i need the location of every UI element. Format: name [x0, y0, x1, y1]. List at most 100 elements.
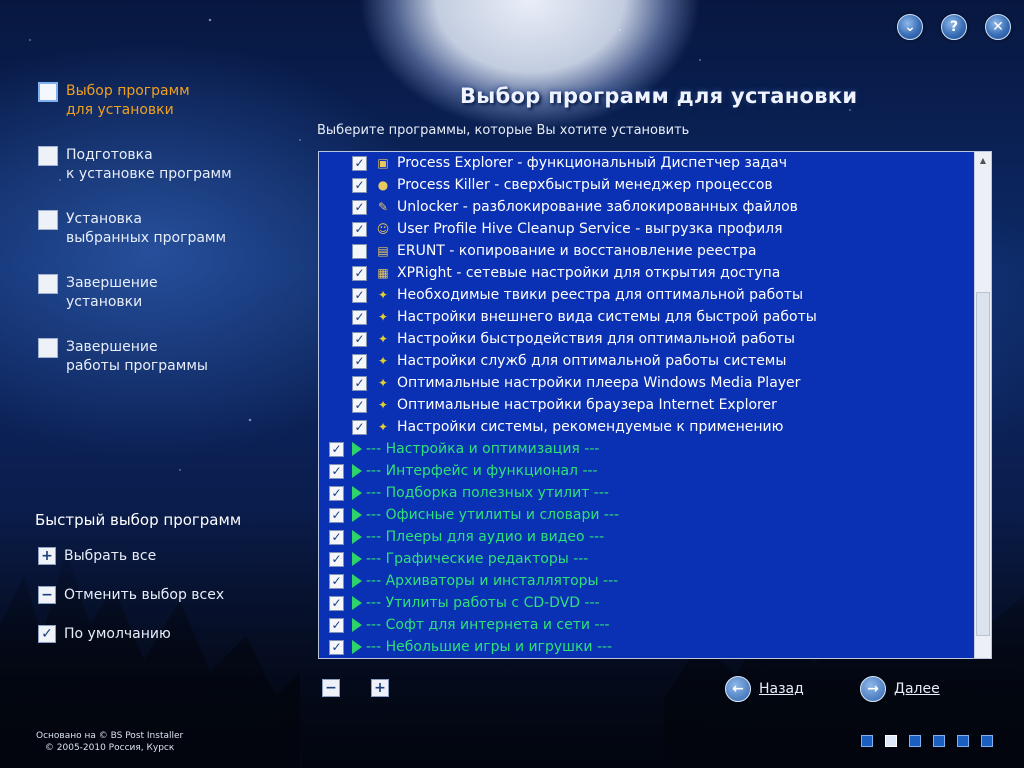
- back-button[interactable]: ← Назад: [725, 676, 804, 702]
- program-row[interactable]: ✓ ✎ Unlocker - разблокирование заблокирова…: [319, 196, 974, 218]
- category-label: --- Графические редакторы ---: [366, 551, 589, 567]
- category-row[interactable]: ✓ --- Подборка полезных утилит ---: [319, 482, 974, 504]
- default-selection-label: По умолчанию: [64, 626, 171, 642]
- program-label: XPRight - сетевые настройки для открытия…: [397, 265, 781, 281]
- expand-arrow-icon[interactable]: [352, 530, 362, 544]
- program-row[interactable]: ✓ ✦ Настройки внешнего вида системы для бы…: [319, 306, 974, 328]
- expand-arrow-icon[interactable]: [352, 552, 362, 566]
- scrollbar[interactable]: ▲: [974, 152, 991, 658]
- step-select-programs: Выбор программ для установки: [38, 82, 190, 120]
- expand-arrow-icon[interactable]: [352, 508, 362, 522]
- program-checkbox[interactable]: ✓: [352, 309, 367, 325]
- minus-icon: −: [38, 586, 56, 604]
- chevron-down-icon: ⌄: [904, 19, 916, 35]
- category-row[interactable]: ✓ --- Офисные утилиты и словари ---: [319, 504, 974, 526]
- default-selection-button[interactable]: ✓ По умолчанию: [38, 625, 171, 643]
- category-label: --- Небольшие игры и игрушки ---: [366, 639, 613, 655]
- step-label: Установка выбранных программ: [66, 211, 227, 246]
- program-row[interactable]: ▤ ERUNT - копирование и восстановление ре…: [319, 240, 974, 262]
- program-row[interactable]: ✓ ▣ Process Explorer - функциональный Дисп…: [319, 152, 974, 174]
- expand-all-button[interactable]: +: [371, 679, 389, 697]
- category-label: --- Плееры для аудио и видео ---: [366, 529, 605, 545]
- expand-arrow-icon[interactable]: [352, 486, 362, 500]
- tweak-icon: ✦: [377, 354, 389, 368]
- program-list[interactable]: ✓ ▣ Process Explorer - функциональный Дисп…: [318, 151, 992, 659]
- program-checkbox[interactable]: ✓: [329, 617, 344, 633]
- collapse-all-button[interactable]: −: [322, 679, 340, 697]
- program-row[interactable]: ✓ ☺ User Profile Hive Cleanup Service - вы…: [319, 218, 974, 240]
- back-label: Назад: [759, 681, 804, 697]
- program-label: Необходимые твики реестра для оптимально…: [397, 287, 803, 303]
- expand-arrow-icon[interactable]: [352, 442, 362, 456]
- program-label: Настройки системы, рекомендуемые к приме…: [397, 419, 784, 435]
- category-label: --- Интерфейс и функционал ---: [366, 463, 598, 479]
- next-button[interactable]: → Далее: [860, 676, 940, 702]
- program-checkbox[interactable]: ✓: [352, 331, 367, 347]
- program-checkbox[interactable]: ✓: [352, 375, 367, 391]
- minimize-button[interactable]: ⌄: [897, 14, 923, 40]
- program-checkbox[interactable]: ✓: [352, 155, 367, 171]
- plus-icon: +: [374, 680, 386, 696]
- step-label: Завершение установки: [66, 275, 158, 310]
- credits: Основано на © BS Post Installer © 2005-2…: [36, 730, 183, 754]
- step-checkbox: [38, 82, 58, 102]
- deselect-all-button[interactable]: − Отменить выбор всех: [38, 586, 224, 604]
- expand-arrow-icon[interactable]: [352, 464, 362, 478]
- category-row[interactable]: ✓ --- Плееры для аудио и видео ---: [319, 526, 974, 548]
- program-checkbox[interactable]: ✓: [352, 397, 367, 413]
- program-checkbox[interactable]: ✓: [352, 177, 367, 193]
- close-button[interactable]: ✕: [985, 14, 1011, 40]
- category-row[interactable]: ✓ --- Графические редакторы ---: [319, 548, 974, 570]
- program-checkbox[interactable]: ✓: [329, 463, 344, 479]
- progress-step-indicator: [861, 735, 873, 747]
- program-checkbox[interactable]: ✓: [352, 199, 367, 215]
- expand-arrow-icon[interactable]: [352, 596, 362, 610]
- category-label: --- Утилиты работы с CD-DVD ---: [366, 595, 600, 611]
- program-checkbox[interactable]: ✓: [352, 353, 367, 369]
- credits-line-2: © 2005-2010 Россия, Курск: [44, 743, 175, 753]
- category-row[interactable]: ✓ --- Настройка и оптимизация ---: [319, 438, 974, 460]
- program-checkbox[interactable]: ✓: [329, 507, 344, 523]
- category-label: --- Офисные утилиты и словари ---: [366, 507, 620, 523]
- category-label: --- Настройка и оптимизация ---: [366, 441, 600, 457]
- scroll-up-arrow-icon[interactable]: ▲: [975, 152, 991, 169]
- program-checkbox[interactable]: [352, 243, 367, 259]
- step-checkbox: [38, 210, 58, 230]
- check-icon: ✓: [38, 625, 56, 643]
- program-row[interactable]: ✓ ✦ Оптимальные настройки браузера Interne…: [319, 394, 974, 416]
- program-checkbox[interactable]: ✓: [329, 529, 344, 545]
- program-row[interactable]: ✓ ✦ Оптимальные настройки плеера Windows M…: [319, 372, 974, 394]
- expand-arrow-icon[interactable]: [352, 574, 362, 588]
- program-checkbox[interactable]: ✓: [329, 639, 344, 655]
- category-row[interactable]: ✓ --- Архиваторы и инсталляторы ---: [319, 570, 974, 592]
- program-checkbox[interactable]: ✓: [329, 441, 344, 457]
- step-checkbox: [38, 338, 58, 358]
- program-checkbox[interactable]: ✓: [329, 551, 344, 567]
- expand-arrow-icon[interactable]: [352, 640, 362, 654]
- program-row[interactable]: ✓ ✦ Настройки быстродействия для оптимальн…: [319, 328, 974, 350]
- program-row[interactable]: ✓ ✦ Настройки служб для оптимальной работы…: [319, 350, 974, 372]
- scroll-thumb[interactable]: [976, 292, 990, 636]
- program-checkbox[interactable]: ✓: [352, 419, 367, 435]
- program-checkbox[interactable]: ✓: [329, 573, 344, 589]
- program-checkbox[interactable]: ✓: [329, 485, 344, 501]
- program-row[interactable]: ✓ ▦ XPRight - сетевые настройки для открыт…: [319, 262, 974, 284]
- expand-arrow-icon[interactable]: [352, 618, 362, 632]
- program-checkbox[interactable]: ✓: [352, 221, 367, 237]
- help-button[interactable]: ?: [941, 14, 967, 40]
- program-checkbox[interactable]: ✓: [352, 287, 367, 303]
- program-checkbox[interactable]: ✓: [352, 265, 367, 281]
- program-row[interactable]: ✓ ● Process Killer - сверхбыстрый менеджер…: [319, 174, 974, 196]
- tweak-icon: ✦: [377, 310, 389, 324]
- program-row[interactable]: ✓ ✦ Необходимые твики реестра для оптималь…: [319, 284, 974, 306]
- program-checkbox[interactable]: ✓: [329, 595, 344, 611]
- category-row[interactable]: ✓ --- Интерфейс и функционал ---: [319, 460, 974, 482]
- select-all-button[interactable]: + Выбрать все: [38, 547, 156, 565]
- category-label: --- Подборка полезных утилит ---: [366, 485, 609, 501]
- category-row[interactable]: ✓ --- Софт для интернета и сети ---: [319, 614, 974, 636]
- category-row[interactable]: ✓ --- Небольшие игры и игрушки ---: [319, 636, 974, 658]
- program-label: Unlocker - разблокирование заблокированн…: [397, 199, 798, 215]
- category-row[interactable]: ✓ --- Утилиты работы с CD-DVD ---: [319, 592, 974, 614]
- program-row[interactable]: ✓ ✦ Настройки системы, рекомендуемые к при…: [319, 416, 974, 438]
- quick-select-title: Быстрый выбор программ: [35, 511, 242, 529]
